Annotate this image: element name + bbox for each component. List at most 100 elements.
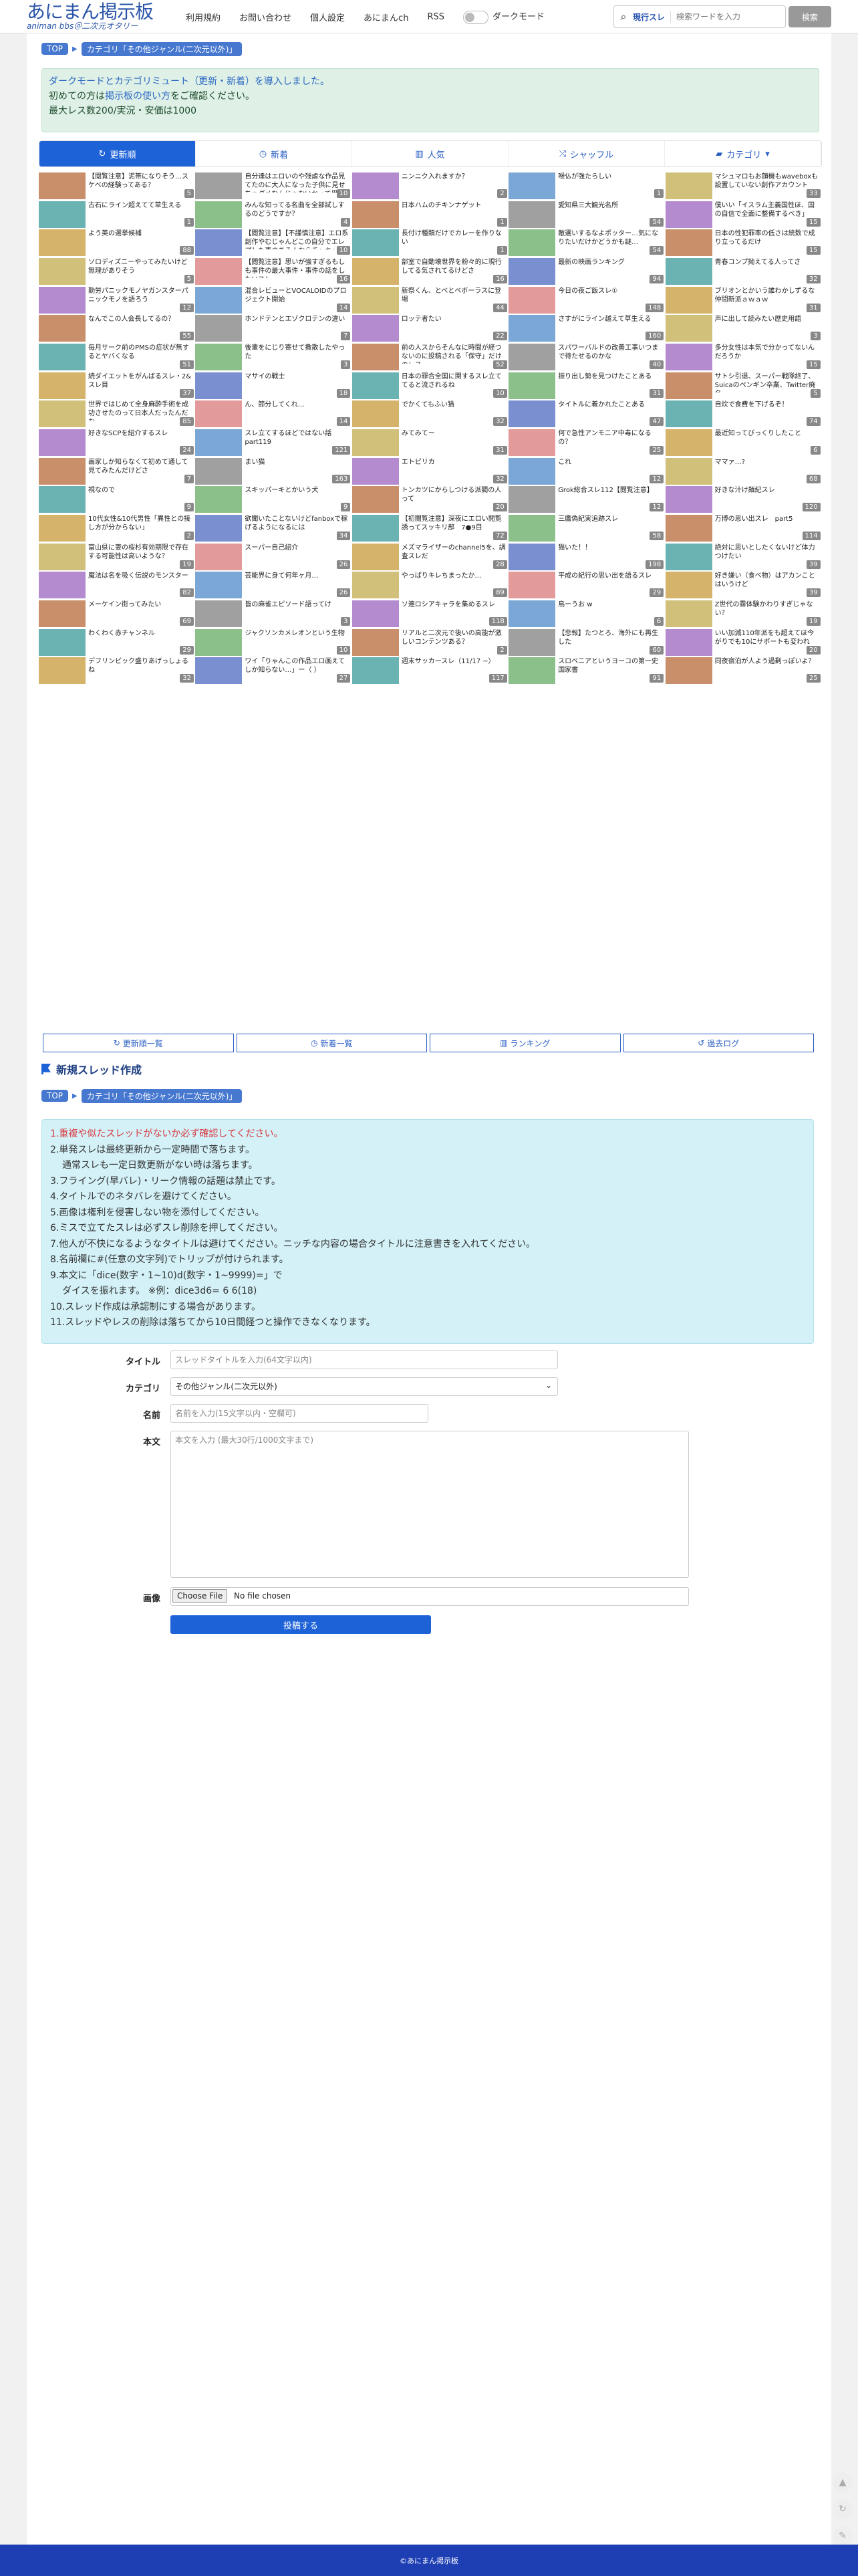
search-scope-select[interactable]: 現行スレ: [633, 11, 672, 23]
thread-card[interactable]: 毎月サーク前のPMSの症状が無するとヤバくなる 51: [39, 343, 195, 370]
thread-card[interactable]: マサイの戦士 18: [195, 372, 351, 399]
image-file-input[interactable]: Choose File No file chosen: [170, 1587, 689, 1606]
link-new-list[interactable]: ◷ 新着一覧: [236, 1034, 427, 1052]
nav-animanch[interactable]: あにまんch: [354, 11, 418, 23]
tab-popular[interactable]: ▥ 人気: [352, 141, 509, 166]
breadcrumb-top[interactable]: TOP: [41, 1090, 69, 1102]
dark-mode-toggle[interactable]: ダークモード: [454, 9, 554, 24]
thread-card[interactable]: ロッテ者たい 22: [351, 315, 509, 342]
title-input[interactable]: スレッドタイトルを入力(64文字以内): [170, 1351, 558, 1369]
thread-card[interactable]: 欲聞いたことないけどfanboxで稼げるようになるには 34: [195, 514, 351, 542]
usage-guide-link[interactable]: 掲示板の使い方: [105, 91, 170, 102]
thread-card[interactable]: 自炊で食費を下げるぞ！ 74: [665, 400, 822, 428]
thread-card[interactable]: スレ立てするほどではない話part119 121: [195, 429, 351, 456]
thread-card[interactable]: なんでこの人会長してるの？ 55: [39, 315, 195, 342]
thread-card[interactable]: 喉仏が強たらしい 1: [509, 172, 665, 199]
thread-card[interactable]: 青春コンプ拗えてる人ってさ 32: [665, 257, 822, 285]
thread-card[interactable]: スパワーバルドの改善工事いつまで待たせるのかな 40: [509, 343, 665, 370]
breadcrumb-category[interactable]: カテゴリ「その他ジャンル(二次元以外)」: [81, 41, 243, 56]
tab-category[interactable]: ▰ カテゴリ ▾: [665, 141, 821, 166]
thread-card[interactable]: 視なので 9: [39, 486, 195, 513]
breadcrumb-top[interactable]: TOP: [41, 43, 69, 55]
thread-card[interactable]: デフリンピック盛りあげっしょるね 32: [39, 657, 195, 685]
thread-card[interactable]: まい猫 163: [195, 457, 351, 485]
thread-card[interactable]: やっぱりキレちまったか… 89: [351, 572, 509, 599]
thread-card[interactable]: 【閲覧注意】泥帯になりそう…スケベの経験ってある？ 5: [39, 172, 195, 199]
thread-card[interactable]: 魔法は名を吸く伝説のモンスター 82: [39, 572, 195, 599]
thread-card[interactable]: 何で急性アンモニア中毒になるの？ 25: [509, 429, 665, 456]
thread-card[interactable]: ホンドテンとエゾクロテンの違い 7: [195, 315, 351, 342]
thread-card[interactable]: 古石にライン超えてて草生える 1: [39, 201, 195, 228]
thread-card[interactable]: 画家しか知らなくて初めて通して見てみたんだけどさ 7: [39, 457, 195, 485]
thread-card[interactable]: いい加減110年派をも超えてほ今がりでも10にサポートも変われ 20: [665, 628, 822, 656]
thread-card[interactable]: 猫いた！！ 198: [509, 543, 665, 570]
thread-card[interactable]: 【悲報】たつとろ、海外にも再生した 60: [509, 628, 665, 656]
thread-card[interactable]: 長付け種類だけでカレーを作りない 1: [351, 229, 509, 257]
thread-card[interactable]: わくわく赤チャンネル 29: [39, 628, 195, 656]
thread-card[interactable]: トンカツにからしつける派閥の人って 20: [351, 486, 509, 513]
thread-card[interactable]: 日本の性犯罪率の低さは統数で成り立ってるだけ 15: [665, 229, 822, 257]
thread-card[interactable]: でかくてもふい猫 32: [351, 400, 509, 428]
thread-card[interactable]: エトピリカ 32: [351, 457, 509, 485]
thread-card[interactable]: 同夜宿泊が人よう過剰っぽいよ？ 25: [665, 657, 822, 685]
thread-card[interactable]: 絶対に思いとしたくないけど体力つけたい 39: [665, 543, 822, 570]
thread-card[interactable]: 敵選いするなよポッター…気になりたいだけかどうかも謎… 54: [509, 229, 665, 257]
choose-file-button[interactable]: Choose File: [172, 1589, 228, 1603]
scroll-top-icon[interactable]: ▲: [833, 2472, 853, 2492]
thread-card[interactable]: 最新の映画ランキング 94: [509, 257, 665, 285]
thread-card[interactable]: 新祭くん、とべとベボーラスに登場 44: [351, 286, 509, 314]
thread-card[interactable]: さすがにライン越えて草生える 160: [509, 315, 665, 342]
nav-rss[interactable]: RSS: [418, 12, 454, 22]
thread-card[interactable]: スキッパーキとかいう犬 9: [195, 486, 351, 513]
thread-card[interactable]: 日本の罪合全国に関するスレ立ててると流されるね 10: [351, 372, 509, 399]
link-ranking[interactable]: ▥ ランキング: [430, 1034, 621, 1052]
thread-card[interactable]: 平成の紀行の思い出を語るスレ 29: [509, 572, 665, 599]
thread-card[interactable]: よう英の選挙候補 88: [39, 229, 195, 257]
thread-card[interactable]: 愛知県三大観光名所 54: [509, 201, 665, 228]
thread-card[interactable]: 今日の夜ご飯スレ① 148: [509, 286, 665, 314]
thread-card[interactable]: マシュマロもお顔機もwaveboxも設置していない創作アカウント 33: [665, 172, 822, 199]
site-logo[interactable]: あにまん掲示板 animan bbs＠二次元オタリー: [27, 2, 160, 31]
thread-card[interactable]: 富山県に妻の桜杉有効期限で存在する可能性は高いような？ 19: [39, 543, 195, 570]
thread-card[interactable]: 好き嫌い（食べ物）はアカンことはいうけど 39: [665, 572, 822, 599]
toggle-switch[interactable]: [462, 10, 488, 24]
thread-card[interactable]: 勤労パニックモノヤガンスターパニックモノを語ろう 12: [39, 286, 195, 314]
thread-card[interactable]: ブリオンとかいう誰わかしずるな仲間新派ａｗａｗ 31: [665, 286, 822, 314]
thread-card[interactable]: みんな知ってる名曲を全部試しするのどうですか？ 4: [195, 201, 351, 228]
thread-card[interactable]: 振り出し勢を見つけたことある 31: [509, 372, 665, 399]
thread-card[interactable]: Z世代の霧体験かわりすぎじゃない？ 19: [665, 600, 822, 627]
thread-card[interactable]: タイトルに着かれたことある 47: [509, 400, 665, 428]
search-button[interactable]: 検索: [789, 6, 831, 27]
name-input[interactable]: 名前を入力(15文字以内・空欄可): [170, 1404, 428, 1423]
thread-card[interactable]: スーパー自己紹介 26: [195, 543, 351, 570]
thread-card[interactable]: 鳥ーうお w 6: [509, 600, 665, 627]
reload-icon[interactable]: ↻: [833, 2499, 853, 2519]
link-update-list[interactable]: ↻ 更新順一覧: [43, 1034, 234, 1052]
thread-card[interactable]: 混合レビューとVOCALOIDのプロジェクト開始 14: [195, 286, 351, 314]
thread-card[interactable]: これ 12: [509, 457, 665, 485]
nav-terms[interactable]: 利用規約: [176, 11, 230, 23]
thread-card[interactable]: サトシ引退、スーパー戦隊終了、Suicaのペンギン卒業、Twitter廃名…5: [665, 372, 822, 399]
thread-card[interactable]: リアルと二次元で後いの高能が激しいコンテンツある？ 2: [351, 628, 509, 656]
thread-card[interactable]: スロベニアというヨーコの第一史国家書 91: [509, 657, 665, 685]
tab-shuffle[interactable]: ⤭ シャッフル: [509, 141, 665, 166]
thread-card[interactable]: ソ連ロシアキャラを集めるスレ 118: [351, 600, 509, 627]
thread-card[interactable]: ん、節分してくれ… 14: [195, 400, 351, 428]
thread-card[interactable]: ニンニク入れますか？ 2: [351, 172, 509, 199]
thread-card[interactable]: 自分達はエロいのや残虐な作品見てたのに大人になった子供に見せちゃダメなんじゃない…: [195, 172, 351, 199]
thread-card[interactable]: 世界ではじめて全身麻酔手術を成功させたのって日本人だったんだな85: [39, 400, 195, 428]
thread-card[interactable]: Grok総合スレ112【閲覧注意】 12: [509, 486, 665, 513]
thread-card[interactable]: 好きなSCPを紹介するスレ 24: [39, 429, 195, 456]
tab-new[interactable]: ◷ 新着: [196, 141, 352, 166]
thread-card[interactable]: ジャクソンカメレオンという生物 10: [195, 628, 351, 656]
thread-card[interactable]: 万博の思い出スレ part5 114: [665, 514, 822, 542]
thread-card[interactable]: 【初閲覧注意】深夜にエロい閲覧誘ってスッキリ部 7●9目 72: [351, 514, 509, 542]
link-archive[interactable]: ↺ 過去ログ: [623, 1034, 814, 1052]
thread-card[interactable]: 芸能界に身て何年ヶ月… 26: [195, 572, 351, 599]
thread-card[interactable]: 部室で自動壊世界を粉々的に現行してる気されてるけどさ 16: [351, 257, 509, 285]
thread-card[interactable]: 週末サッカースレ（11/17 ~） 117: [351, 657, 509, 685]
tab-updated[interactable]: ↻ 更新順: [39, 141, 196, 166]
thread-card[interactable]: ソロディズニーやってみたいけど無理がありそう 5: [39, 257, 195, 285]
body-textarea[interactable]: 本文を入力 (最大30行/1000文字まで): [170, 1431, 689, 1578]
thread-card[interactable]: メズマライザーのchannel5を、調査スレだ 28: [351, 543, 509, 570]
